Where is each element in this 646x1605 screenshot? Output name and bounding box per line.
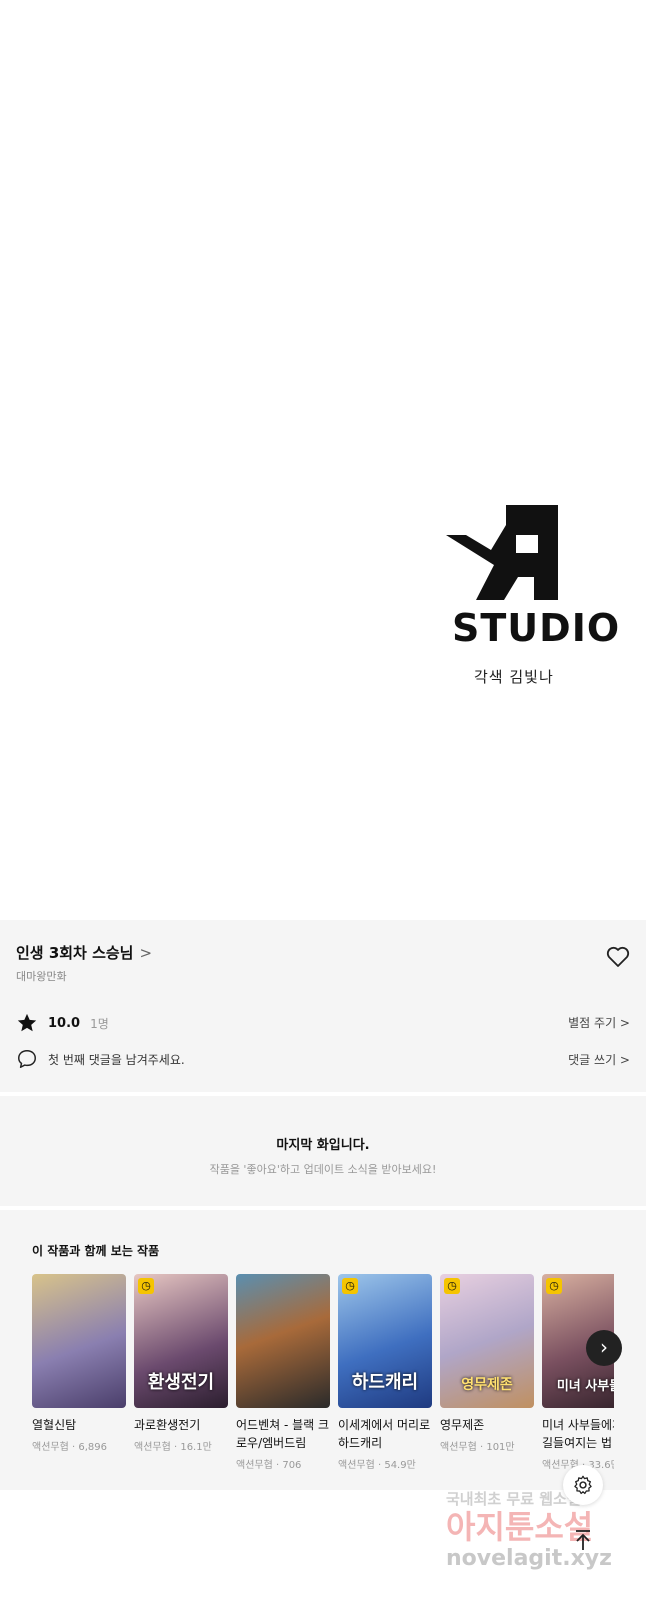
- rating-count: 1명: [90, 1016, 109, 1031]
- clock-icon: ◷: [138, 1278, 154, 1294]
- recommendation-title[interactable]: 과로환생전기: [134, 1416, 228, 1434]
- recommendation-title[interactable]: 열혈신탐: [32, 1416, 126, 1434]
- last-episode-subtitle: 작품을 '좋아요'하고 업데이트 소식을 받아보세요!: [209, 1163, 437, 1176]
- studio-logo-icon: [446, 505, 558, 600]
- recommendation-title[interactable]: 어드벤쳐 - 블랙 크로우/엠버드림: [236, 1416, 330, 1452]
- recommendation-thumbnail[interactable]: ◷ 하드캐리: [338, 1274, 432, 1408]
- star-icon: [17, 1013, 37, 1032]
- rating-row: 10.0 1명: [16, 1012, 109, 1034]
- site-watermark: 국내최초 무료 웹소설 아지툰소설 novelagit.xyz: [446, 1490, 636, 1573]
- series-info-panel: 인생 3회차 스승님 > 대마왕만화 10.0 1명 별점 주기 > 첫 번째 …: [0, 920, 646, 1092]
- series-author: 대마왕만화: [16, 970, 67, 983]
- clock-icon: ◷: [444, 1278, 460, 1294]
- studio-wordmark: STUDIO: [452, 606, 621, 650]
- clock-icon: ◷: [342, 1278, 358, 1294]
- chevron-right-icon: >: [139, 943, 153, 962]
- heart-icon[interactable]: [606, 946, 630, 968]
- comment-bubble-icon: [18, 1050, 36, 1068]
- recommendations-heading: 이 작품과 함께 보는 작품: [32, 1244, 160, 1258]
- recommendation-thumbnail[interactable]: ◷ 환생전기: [134, 1274, 228, 1408]
- thumbnail-title-art: 하드캐리: [351, 1372, 419, 1393]
- recommendation-meta: 액션무협 · 16.1만: [134, 1442, 212, 1453]
- recommendation-card[interactable]: 어드벤쳐 - 블랙 크로우/엠버드림 액션무협 · 706: [236, 1274, 330, 1484]
- arrow-up-icon: [576, 1530, 590, 1550]
- recommendation-thumbnail[interactable]: [236, 1274, 330, 1408]
- recommendation-meta: 액션무협 · 6,896: [32, 1442, 107, 1453]
- recommendation-card[interactable]: ◷ 미녀 사부들 미녀 사부들에게 길들여지는 법 액션무협 · 33.6만: [542, 1274, 614, 1484]
- recommendations-panel: 이 작품과 함께 보는 작품 열혈신탐 액션무협 · 6,896 ◷ 환생전기 …: [0, 1210, 646, 1490]
- recommendation-meta: 액션무협 · 101만: [440, 1442, 515, 1453]
- watermark-line-2: 아지툰소설: [446, 1508, 594, 1546]
- recommendation-card[interactable]: 열혈신탐 액션무협 · 6,896: [32, 1274, 126, 1484]
- gear-icon: [574, 1475, 592, 1495]
- recommendations-list: 열혈신탐 액션무협 · 6,896 ◷ 환생전기 과로환생전기 액션무협 · 1…: [32, 1274, 614, 1484]
- last-episode-title: 마지막 화입니다.: [276, 1138, 370, 1153]
- recommendation-title[interactable]: 이세계에서 머리로 하드캐리: [338, 1416, 432, 1452]
- recommendation-card[interactable]: ◷ 하드캐리 이세계에서 머리로 하드캐리 액션무협 · 54.9만: [338, 1274, 432, 1484]
- watermark-line-1: 국내최초 무료 웹소설: [446, 1490, 581, 1508]
- recommendation-meta: 액션무협 · 706: [236, 1460, 302, 1471]
- recommendation-thumbnail[interactable]: [32, 1274, 126, 1408]
- rating-value: 10.0: [48, 1015, 81, 1031]
- comment-row: 첫 번째 댓글을 남겨주세요.: [16, 1048, 185, 1070]
- watermark-line-3: novelagit.xyz: [446, 1546, 612, 1572]
- comment-prompt[interactable]: 첫 번째 댓글을 남겨주세요.: [48, 1051, 185, 1068]
- thumbnail-title-art: 환생전기: [147, 1372, 215, 1393]
- series-title-link[interactable]: 인생 3회차 스승님 >: [16, 942, 152, 963]
- episode-credits: 각색 김빛나: [474, 668, 554, 686]
- write-comment-button[interactable]: 댓글 쓰기 >: [568, 1051, 630, 1068]
- settings-button[interactable]: [563, 1465, 603, 1505]
- recommendation-card[interactable]: ◷ 환생전기 과로환생전기 액션무협 · 16.1만: [134, 1274, 228, 1484]
- series-title: 인생 3회차 스승님: [16, 944, 134, 962]
- carousel-next-button[interactable]: ›: [586, 1330, 622, 1366]
- recommendation-meta: 액션무협 · 54.9만: [338, 1460, 416, 1471]
- recommendation-card[interactable]: ◷ 영무제존 영무제존 액션무협 · 101만: [440, 1274, 534, 1484]
- clock-icon: ◷: [546, 1278, 562, 1294]
- thumbnail-title-art: 영무제존: [461, 1377, 513, 1393]
- scroll-to-top-button[interactable]: [563, 1520, 603, 1560]
- thumbnail-title-art: 미녀 사부들: [556, 1379, 614, 1394]
- last-episode-panel: 마지막 화입니다. 작품을 '좋아요'하고 업데이트 소식을 받아보세요!: [0, 1096, 646, 1206]
- recommendation-title[interactable]: 미녀 사부들에게 길들여지는 법: [542, 1416, 614, 1452]
- recommendation-thumbnail[interactable]: ◷ 영무제존: [440, 1274, 534, 1408]
- recommendation-title[interactable]: 영무제존: [440, 1416, 534, 1434]
- chevron-right-icon: ›: [600, 1335, 608, 1359]
- rate-button[interactable]: 별점 주기 >: [568, 1014, 630, 1031]
- episode-viewer: STUDIO 각색 김빛나: [0, 0, 646, 920]
